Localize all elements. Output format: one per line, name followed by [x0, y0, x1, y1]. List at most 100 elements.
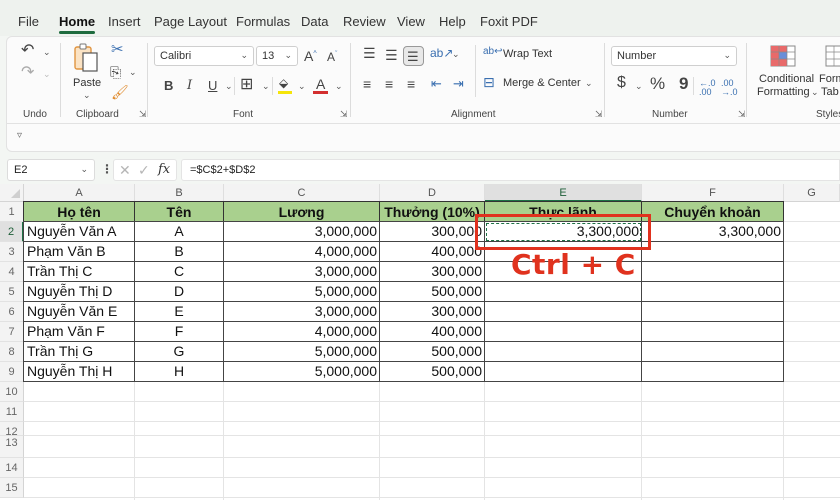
- column-header-b[interactable]: B: [135, 184, 224, 202]
- table-cell[interactable]: 500,000: [379, 281, 485, 302]
- currency-dropdown-icon[interactable]: ⌄: [635, 81, 643, 92]
- table-cell[interactable]: Phạm Văn B: [23, 241, 135, 262]
- percent-button[interactable]: %: [650, 75, 665, 92]
- underline-button[interactable]: U: [208, 79, 217, 92]
- header-cell-b[interactable]: Tên: [134, 201, 224, 222]
- column-header-a[interactable]: A: [24, 184, 135, 202]
- table-cell[interactable]: Nguyễn Văn A: [23, 221, 135, 242]
- font-color-dropdown-icon[interactable]: ⌄: [335, 81, 343, 92]
- header-cell-c[interactable]: Lương: [223, 201, 380, 222]
- table-cell[interactable]: Nguyễn Thị D: [23, 281, 135, 302]
- format-painter-icon[interactable]: 🖌: [111, 85, 129, 99]
- table-cell[interactable]: H: [134, 361, 224, 382]
- column-header-e[interactable]: E: [485, 184, 642, 202]
- table-cell[interactable]: 400,000: [379, 241, 485, 262]
- undo-dropdown-icon[interactable]: ⌄: [43, 47, 51, 58]
- cancel-icon[interactable]: ✕: [119, 162, 131, 179]
- table-cell[interactable]: G: [134, 341, 224, 362]
- row-header-3[interactable]: 3: [0, 242, 24, 262]
- table-cell[interactable]: [641, 281, 784, 302]
- clipboard-launcher-icon[interactable]: ⇲: [139, 109, 147, 120]
- table-cell[interactable]: [484, 281, 642, 302]
- table-cell[interactable]: 3,000,000: [223, 301, 380, 322]
- font-size-dropdown[interactable]: 13 ⌄: [256, 46, 298, 66]
- table-cell[interactable]: [641, 361, 784, 382]
- table-cell[interactable]: 4,000,000: [223, 241, 380, 262]
- table-cell[interactable]: [641, 301, 784, 322]
- row-header-9[interactable]: 9: [0, 362, 24, 382]
- formula-input[interactable]: =$C$2+$D$2: [181, 159, 840, 181]
- table-cell[interactable]: Nguyễn Văn E: [23, 301, 135, 322]
- table-cell[interactable]: [484, 341, 642, 362]
- orientation-icon[interactable]: ab↗: [430, 47, 453, 59]
- table-cell[interactable]: B: [134, 241, 224, 262]
- tab-view[interactable]: View: [397, 14, 425, 29]
- middle-align-icon[interactable]: ☰: [385, 48, 398, 62]
- borders-icon[interactable]: ⊞: [240, 77, 253, 93]
- fill-color-dropdown-icon[interactable]: ⌄: [298, 81, 306, 92]
- spreadsheet-grid[interactable]: A B C D E F G 1 2 3 4 5 6 7 8 9 10 11 12 13 14 15 Họ tên Tên Lươ…: [0, 184, 840, 500]
- name-box[interactable]: E2 ⌄: [7, 159, 95, 181]
- table-cell[interactable]: Nguyễn Thị H: [23, 361, 135, 382]
- tab-review[interactable]: Review: [343, 14, 386, 29]
- tab-insert[interactable]: Insert: [108, 14, 141, 29]
- customize-toolbar-icon[interactable]: ▿: [17, 130, 22, 141]
- insert-function-icon[interactable]: fx: [158, 162, 170, 177]
- column-header-g[interactable]: G: [784, 184, 840, 202]
- row-header-15[interactable]: 15: [0, 478, 24, 498]
- undo-icon[interactable]: ↶: [21, 43, 34, 59]
- bottom-align-button[interactable]: ☰: [403, 46, 424, 66]
- decrease-font-size-icon[interactable]: Aˇ: [327, 51, 337, 63]
- header-cell-f[interactable]: Chuyển khoản: [641, 201, 784, 222]
- tab-home[interactable]: Home: [59, 14, 96, 34]
- row-header-6[interactable]: 6: [0, 302, 24, 322]
- row-header-7[interactable]: 7: [0, 322, 24, 342]
- table-cell[interactable]: 3,000,000: [223, 221, 380, 242]
- table-cell[interactable]: C: [134, 261, 224, 282]
- cut-icon[interactable]: ✂: [111, 42, 124, 57]
- row-header-10[interactable]: 10: [0, 382, 24, 402]
- font-color-icon[interactable]: A: [316, 77, 325, 91]
- font-name-dropdown[interactable]: Calibri ⌄: [154, 46, 254, 66]
- alignment-launcher-icon[interactable]: ⇲: [595, 109, 603, 120]
- tab-data[interactable]: Data: [301, 14, 328, 29]
- tab-foxit-pdf[interactable]: Foxit PDF: [480, 14, 538, 29]
- number-launcher-icon[interactable]: ⇲: [738, 109, 746, 120]
- table-cell[interactable]: 500,000: [379, 341, 485, 362]
- table-cell[interactable]: Phạm Văn F: [23, 321, 135, 342]
- row-header-11[interactable]: 11: [0, 402, 24, 422]
- column-header-c[interactable]: C: [224, 184, 380, 202]
- row-header-13[interactable]: 13: [0, 436, 24, 458]
- table-cell[interactable]: [484, 361, 642, 382]
- copy-dropdown-icon[interactable]: ⌄: [129, 67, 137, 78]
- table-cell[interactable]: F: [134, 321, 224, 342]
- top-align-icon[interactable]: ☰: [363, 46, 376, 60]
- table-cell[interactable]: 3,300,000: [484, 221, 642, 242]
- table-cell[interactable]: [484, 321, 642, 342]
- increase-decimal-icon[interactable]: ←.0.00: [699, 79, 716, 97]
- table-cell[interactable]: 400,000: [379, 321, 485, 342]
- decrease-indent-icon[interactable]: ⇤: [431, 77, 442, 90]
- align-left-icon[interactable]: ≡: [363, 77, 371, 91]
- number-format-dropdown[interactable]: Number ⌄: [611, 46, 737, 66]
- orientation-dropdown-icon[interactable]: ⌄: [452, 49, 460, 60]
- more-options-icon[interactable]: ⋮: [101, 162, 113, 176]
- table-cell[interactable]: Trần Thị G: [23, 341, 135, 362]
- table-cell[interactable]: 3,300,000: [641, 221, 784, 242]
- table-cell[interactable]: E: [134, 301, 224, 322]
- column-header-f[interactable]: F: [642, 184, 784, 202]
- row-header-4[interactable]: 4: [0, 262, 24, 282]
- italic-button[interactable]: I: [187, 79, 192, 92]
- table-cell[interactable]: 300,000: [379, 301, 485, 322]
- table-cell[interactable]: [484, 301, 642, 322]
- tab-file[interactable]: File: [18, 14, 39, 29]
- font-launcher-icon[interactable]: ⇲: [340, 109, 348, 120]
- table-cell[interactable]: 300,000: [379, 261, 485, 282]
- decrease-decimal-icon[interactable]: .00 →.0: [721, 79, 738, 97]
- column-header-d[interactable]: D: [380, 184, 485, 202]
- table-cell[interactable]: 3,000,000: [223, 261, 380, 282]
- table-cell[interactable]: 500,000: [379, 361, 485, 382]
- tab-page-layout[interactable]: Page Layout: [154, 14, 227, 29]
- fill-color-icon[interactable]: ⬙: [279, 77, 288, 89]
- table-cell[interactable]: [641, 241, 784, 262]
